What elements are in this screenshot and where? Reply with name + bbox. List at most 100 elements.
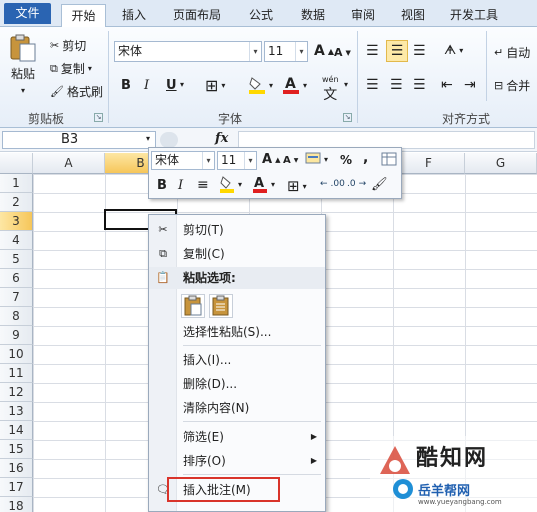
menu-item-sort[interactable]: 排序(O) ▶ bbox=[149, 450, 325, 472]
font-size-combo[interactable]: 11 ▾ bbox=[264, 41, 308, 62]
row-header[interactable]: 13 bbox=[0, 402, 33, 421]
tab-file[interactable]: 文件 bbox=[4, 3, 51, 24]
mini-comma-button[interactable]: , bbox=[363, 150, 368, 166]
cut-button[interactable]: ✂ 剪切 bbox=[50, 37, 86, 54]
mini-format-table-button[interactable] bbox=[381, 152, 397, 166]
row-header[interactable]: 11 bbox=[0, 364, 33, 383]
name-box[interactable]: B3 bbox=[2, 131, 156, 149]
grow-font-button[interactable]: A ▲ bbox=[314, 43, 334, 59]
mini-decrease-decimal-button[interactable]: .0 → bbox=[347, 179, 366, 189]
row-header[interactable]: 5 bbox=[0, 250, 33, 269]
row-header[interactable]: 14 bbox=[0, 421, 33, 440]
tab-data[interactable]: 数据 bbox=[297, 4, 329, 27]
mini-center-button[interactable]: ≡ bbox=[197, 177, 209, 193]
tab-developer[interactable]: 开发工具 bbox=[446, 4, 502, 27]
increase-indent-button[interactable]: ⇥ bbox=[464, 77, 476, 93]
paste-option-default[interactable] bbox=[181, 294, 205, 318]
mini-font-combo[interactable]: 宋体 ▾ bbox=[151, 151, 215, 170]
bold-button[interactable]: B bbox=[121, 78, 131, 93]
clipboard-launcher-icon[interactable]: ↘ bbox=[94, 113, 103, 122]
tab-view[interactable]: 视图 bbox=[397, 4, 429, 27]
font-color-button[interactable]: A ▾ bbox=[282, 75, 307, 95]
tab-insert[interactable]: 插入 bbox=[118, 4, 150, 27]
format-painter-button[interactable]: 🖌 格式刷 bbox=[50, 83, 103, 100]
column-header-a[interactable]: A bbox=[33, 153, 105, 174]
shrink-font-button[interactable]: A ▼ bbox=[334, 46, 351, 59]
wrap-text-button[interactable]: ↵ 自动 bbox=[494, 44, 530, 61]
align-bottom-button[interactable]: ☰ bbox=[413, 43, 426, 59]
row-header[interactable]: 10 bbox=[0, 345, 33, 364]
row-header[interactable]: 15 bbox=[0, 440, 33, 459]
menu-item-paste-special[interactable]: 选择性粘贴(S)... bbox=[149, 321, 325, 343]
tab-page-layout[interactable]: 页面布局 bbox=[169, 4, 225, 27]
chevron-down-icon[interactable]: ▾ bbox=[244, 152, 256, 169]
merge-center-button[interactable]: ⊟ 合并 bbox=[494, 77, 530, 94]
chevron-down-icon[interactable]: ▾ bbox=[249, 42, 261, 61]
row-header[interactable]: 12 bbox=[0, 383, 33, 402]
tab-review[interactable]: 审阅 bbox=[347, 4, 379, 27]
chevron-down-icon[interactable]: ▾ bbox=[344, 80, 348, 89]
menu-item-copy[interactable]: ⧉ 复制(C) bbox=[149, 243, 325, 265]
select-all-corner[interactable] bbox=[0, 153, 33, 174]
phonetic-button[interactable]: wén 文 bbox=[322, 75, 339, 104]
row-header[interactable]: 6 bbox=[0, 269, 33, 288]
row-header[interactable]: 17 bbox=[0, 478, 33, 497]
menu-item-clear-contents[interactable]: 清除内容(N) bbox=[149, 397, 325, 419]
align-left-button[interactable]: ☰ bbox=[366, 77, 379, 93]
mini-fill-color-button[interactable]: ▾ bbox=[219, 175, 242, 194]
mini-bold-button[interactable]: B bbox=[157, 178, 167, 193]
mini-shrink-font-icon[interactable]: A ▼ bbox=[283, 155, 298, 166]
copy-button[interactable]: ⧉ 复制 ▾ bbox=[50, 60, 92, 77]
decrease-indent-button[interactable]: ⇤ bbox=[441, 77, 453, 93]
menu-item-cut[interactable]: ✂ 剪切(T) bbox=[149, 219, 325, 241]
mini-size-combo[interactable]: 11 ▾ bbox=[217, 151, 257, 170]
row-header[interactable]: 4 bbox=[0, 231, 33, 250]
mini-increase-decimal-button[interactable]: ← .00 bbox=[320, 179, 345, 189]
row-header[interactable]: 16 bbox=[0, 459, 33, 478]
row-header[interactable]: 18 bbox=[0, 497, 33, 512]
row-header[interactable]: 9 bbox=[0, 326, 33, 345]
orientation-button[interactable]: ᗗ ▾ bbox=[444, 43, 463, 58]
mini-italic-button[interactable]: I bbox=[178, 178, 183, 193]
align-top-button[interactable]: ☰ bbox=[366, 43, 379, 59]
mini-font-color-button[interactable]: A ▾ bbox=[252, 175, 275, 194]
font-name-combo[interactable]: 宋体 ▾ bbox=[114, 41, 262, 62]
chevron-down-icon[interactable]: ▾ bbox=[146, 134, 150, 143]
chevron-down-icon[interactable]: ▾ bbox=[180, 80, 184, 89]
align-middle-button[interactable]: ☰ bbox=[386, 40, 408, 62]
font-color-icon: A bbox=[253, 176, 267, 193]
row-header[interactable]: 2 bbox=[0, 193, 33, 212]
menu-item-filter[interactable]: 筛选(E) ▶ bbox=[149, 426, 325, 448]
mini-percent-button[interactable]: % bbox=[340, 153, 352, 167]
fill-color-button[interactable]: ▾ bbox=[248, 75, 273, 95]
align-right-button[interactable]: ☰ bbox=[413, 77, 426, 93]
row-header[interactable]: 1 bbox=[0, 174, 33, 193]
underline-button[interactable]: U bbox=[166, 78, 177, 93]
mini-borders-button[interactable]: ⊞ ▾ bbox=[287, 177, 307, 195]
row-header[interactable]: 3 bbox=[0, 212, 33, 231]
column-header-f[interactable]: F bbox=[393, 153, 465, 174]
menu-item-insert[interactable]: 插入(I)... bbox=[149, 349, 325, 371]
mini-grow-font-icon[interactable]: A ▲ bbox=[262, 152, 280, 167]
tab-formulas[interactable]: 公式 bbox=[245, 4, 277, 27]
paste-option-values[interactable] bbox=[209, 294, 233, 318]
italic-button[interactable]: I bbox=[144, 78, 149, 93]
wrap-text-label: 自动 bbox=[506, 46, 531, 60]
menu-item-delete[interactable]: 删除(D)... bbox=[149, 373, 325, 395]
fill-bucket-icon bbox=[249, 77, 265, 94]
font-launcher-icon[interactable]: ↘ bbox=[343, 113, 352, 122]
chevron-down-icon[interactable]: ▾ bbox=[295, 42, 307, 61]
column-header-g[interactable]: G bbox=[465, 153, 537, 174]
row-header[interactable]: 7 bbox=[0, 288, 33, 307]
paste-button[interactable]: 粘贴 ▾ bbox=[8, 33, 38, 98]
tab-home[interactable]: 开始 bbox=[61, 4, 106, 27]
insert-function-icon[interactable]: fx bbox=[215, 131, 228, 146]
borders-button[interactable]: ⊞ ▾ bbox=[205, 76, 225, 95]
align-center-button[interactable]: ☰ bbox=[390, 77, 403, 93]
mini-format-painter-button[interactable]: 🖌 bbox=[371, 177, 388, 192]
splitter-handle[interactable] bbox=[160, 132, 178, 148]
clipboard-group-label: 剪贴板 bbox=[28, 112, 65, 126]
chevron-down-icon[interactable]: ▾ bbox=[202, 152, 214, 169]
mini-number-format-button[interactable]: ▾ bbox=[305, 152, 328, 166]
row-header[interactable]: 8 bbox=[0, 307, 33, 326]
